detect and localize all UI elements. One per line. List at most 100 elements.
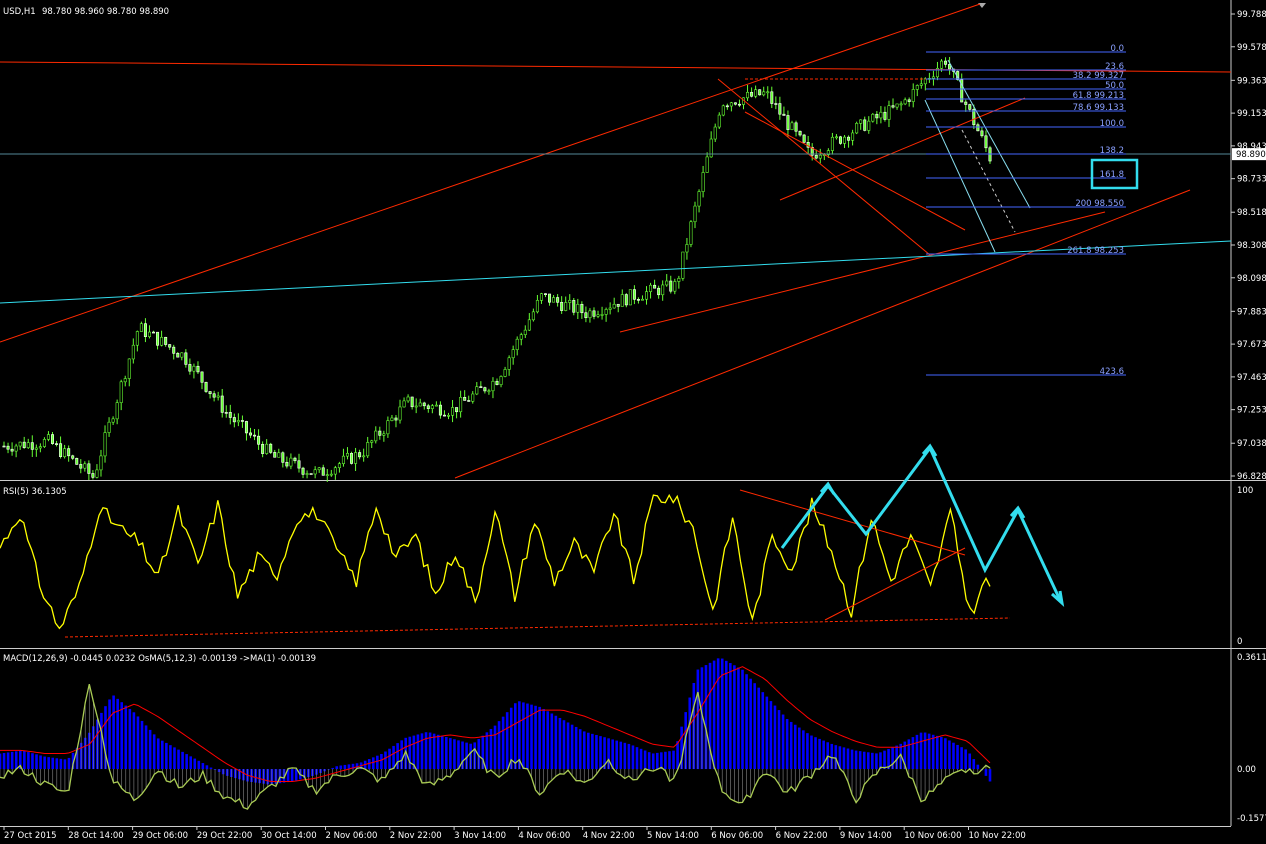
macd-histogram-bar — [793, 724, 797, 770]
macd-histogram-bar — [595, 734, 598, 770]
macd-histogram-bar — [907, 739, 911, 770]
candle-body — [87, 463, 91, 474]
forex-chart[interactable]: 0.023.638.2 99.32750.061.8 99.21378.6 99… — [0, 0, 1266, 844]
candle-body — [95, 469, 99, 478]
fibonacci-level-label: 50.0 — [1105, 81, 1124, 91]
candle-body — [721, 105, 725, 116]
macd-histogram-bar — [923, 732, 927, 770]
macd-histogram-bar — [35, 754, 38, 770]
candle-body — [2, 445, 6, 448]
macd-histogram-bar — [761, 692, 765, 770]
fibonacci-level-label: 38.2 99.327 — [1073, 71, 1124, 81]
macd-tick-label: 0.3611 — [1237, 653, 1266, 663]
candle-body — [705, 156, 709, 173]
candle-body — [519, 334, 523, 340]
macd-histogram-bar — [513, 703, 517, 770]
candle-body — [71, 455, 75, 459]
candle-body — [410, 396, 414, 408]
macd-histogram-bar — [339, 765, 343, 770]
macd-histogram-bar — [570, 724, 574, 770]
macd-histogram-bar — [197, 760, 201, 770]
candle-body — [220, 395, 224, 413]
candle-body — [354, 452, 358, 464]
macd-histogram-bar — [331, 767, 335, 770]
macd-histogram-bar — [591, 733, 594, 770]
candle-body — [208, 391, 212, 395]
macd-histogram-bar — [108, 699, 111, 770]
macd-histogram-bar — [789, 721, 793, 770]
price-tick-label: 97.253 — [1237, 406, 1266, 416]
price-tick-label: 98.733 — [1237, 175, 1266, 185]
macd-histogram-bar — [440, 735, 444, 770]
candle-body — [240, 420, 244, 422]
candle-body — [980, 130, 984, 137]
fibonacci-level-label: 100.0 — [1100, 119, 1124, 129]
candle-body — [362, 455, 366, 458]
macd-histogram-bar — [773, 705, 777, 770]
candle-body — [394, 417, 398, 421]
macd-histogram-bar — [964, 749, 967, 770]
macd-histogram-bar — [919, 732, 923, 770]
macd-histogram-bar — [623, 742, 627, 770]
macd-histogram-bar — [169, 745, 172, 770]
candle-body — [224, 412, 228, 414]
candle-body — [156, 331, 160, 346]
candle-body — [931, 76, 935, 79]
macd-histogram-bar — [915, 734, 919, 770]
candle-body — [103, 432, 107, 457]
candle-body — [244, 421, 248, 434]
candle-body — [172, 346, 176, 354]
macd-histogram-bar — [55, 758, 59, 770]
macd-histogram-bar — [647, 752, 651, 770]
x-tick-label: 6 Nov 22:00 — [776, 831, 828, 841]
candle-body — [940, 60, 944, 69]
macd-histogram-bar — [67, 757, 71, 770]
macd-histogram-bar — [712, 660, 716, 770]
candle-body — [273, 452, 277, 458]
price-tick-label: 97.883 — [1237, 307, 1266, 317]
candle-body — [608, 307, 612, 310]
candle-body — [572, 300, 576, 313]
candle-body — [907, 99, 911, 102]
macd-histogram-bar — [972, 759, 976, 770]
macd-histogram-bar — [23, 750, 26, 770]
macd-histogram-bar — [140, 720, 144, 770]
macd-histogram-bar — [424, 732, 428, 770]
candle-body — [196, 365, 200, 373]
candle-body — [491, 380, 495, 392]
price-tick-label: 98.308 — [1237, 241, 1266, 251]
macd-histogram-bar — [854, 750, 858, 770]
macd-histogram-bar — [165, 742, 168, 770]
candle-body — [750, 92, 754, 97]
macd-histogram-bar — [737, 667, 740, 770]
candle-body — [378, 430, 382, 436]
macd-histogram-bar — [858, 751, 862, 770]
x-tick-label: 6 Nov 06:00 — [711, 831, 763, 841]
macd-histogram-bar — [664, 751, 667, 770]
candle-body — [18, 441, 22, 447]
macd-histogram-bar — [205, 765, 209, 770]
candle-body — [434, 404, 438, 407]
macd-histogram-bar — [116, 698, 119, 770]
x-tick-label: 4 Nov 06:00 — [518, 831, 570, 841]
fibonacci-level-label: 61.8 99.213 — [1073, 91, 1124, 101]
candle-body — [535, 300, 539, 313]
candle-body — [131, 344, 135, 360]
macd-histogram-bar — [518, 701, 521, 770]
macd-histogram-bar — [189, 756, 192, 770]
candle-body — [398, 406, 402, 421]
candle-body — [661, 284, 665, 296]
candle-body — [127, 358, 131, 379]
candle-body — [123, 378, 127, 383]
candle-body — [871, 113, 875, 122]
candle-body — [382, 433, 386, 436]
candle-body — [293, 457, 297, 462]
candle-body — [345, 453, 349, 457]
macd-histogram-bar — [935, 735, 939, 770]
candle-body — [523, 329, 527, 335]
candle-body — [689, 221, 693, 245]
candle-body — [899, 103, 903, 106]
x-tick-label: 3 Nov 14:00 — [454, 831, 506, 841]
candle-body — [297, 460, 301, 469]
candle-body — [616, 303, 620, 307]
